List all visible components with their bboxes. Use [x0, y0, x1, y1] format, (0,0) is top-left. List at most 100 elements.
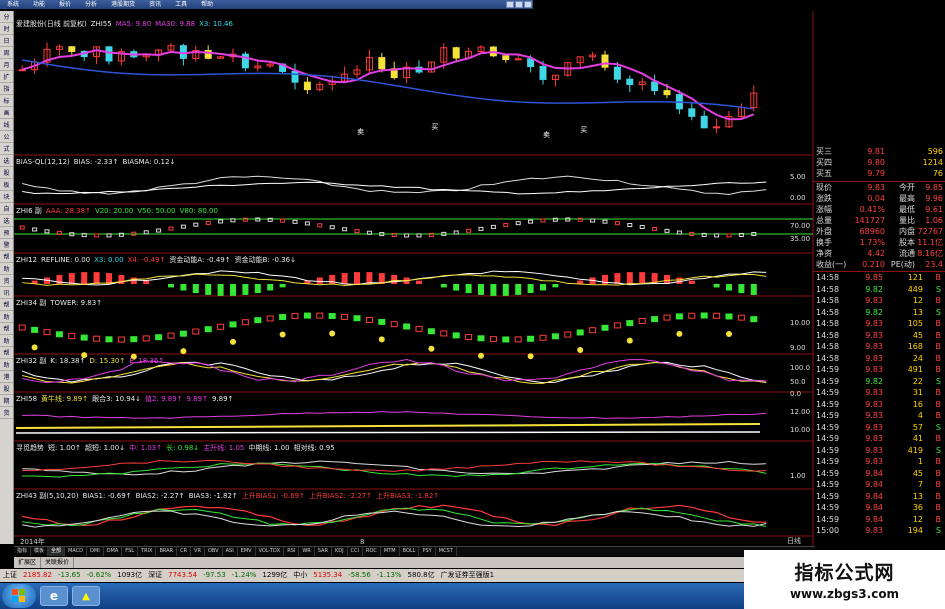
indicator-tab[interactable]: DMA [104, 547, 123, 556]
tower-block [688, 312, 696, 319]
start-button[interactable] [2, 584, 36, 608]
indicator-tab[interactable]: FSL [122, 547, 139, 556]
toolbar-button[interactable]: 时 [0, 23, 13, 35]
tick-flag: B [935, 353, 942, 363]
indicator-tab[interactable]: MACD [65, 547, 88, 556]
toolbar-button[interactable]: 指 [0, 83, 13, 95]
tick-flag: S [935, 422, 941, 432]
toolbar-button[interactable]: 块 [0, 191, 13, 203]
aaa-step [94, 233, 100, 238]
menu-item[interactable]: 工具 [168, 0, 194, 9]
sub-tab[interactable]: 关联报价 [41, 557, 75, 568]
indicator-tab[interactable]: TRIX [138, 547, 157, 556]
indicator-tab[interactable]: OBV [205, 547, 223, 556]
indicator-tab[interactable]: KDJ [332, 547, 348, 556]
stat-label: 涨跌 [816, 194, 832, 203]
tick-row: 14:59 9.83 57 S [813, 422, 945, 434]
toolbar-button[interactable]: 帮 [0, 251, 13, 263]
toolbar-button[interactable]: 线 [0, 119, 13, 131]
toolbar-button[interactable]: 扩 [0, 71, 13, 83]
indicator-tab[interactable]: ASI [223, 547, 238, 556]
ie-icon[interactable]: e [40, 586, 68, 606]
sub-tab[interactable]: 扩展区 [14, 557, 42, 568]
toolbar-button[interactable]: 帮 [0, 347, 13, 359]
tower-block [167, 332, 175, 339]
stat-label-2: 内盘 [899, 227, 915, 236]
toolbar-label: 选 [3, 158, 10, 165]
indicator-tab[interactable]: EMV [238, 547, 256, 556]
aaa-step [590, 218, 596, 223]
indicator-tab[interactable]: CR [177, 547, 192, 556]
toolbar-button[interactable]: 帮 [0, 299, 13, 311]
toolbar-button[interactable]: 画 [0, 107, 13, 119]
indicator-tab[interactable]: RSI [284, 547, 300, 556]
indicator-tab[interactable]: 全部 [48, 547, 66, 556]
toolbar-button[interactable]: 自 [0, 203, 13, 215]
toolbar-button[interactable]: 公 [0, 131, 13, 143]
candle-body [700, 115, 708, 129]
toolbar-button[interactable]: 周 [0, 47, 13, 59]
fund-bar [750, 284, 757, 295]
menu-item[interactable]: 帮助 [194, 0, 220, 9]
indicator-tab[interactable]: VOL-TDX [256, 547, 285, 556]
indicator-tab[interactable]: DMI [87, 547, 104, 556]
toolbar-button[interactable]: 选 [0, 155, 13, 167]
toolbar-button[interactable]: 股 [0, 167, 13, 179]
indicator-tab[interactable]: BRAR [156, 547, 178, 556]
indicator-tab[interactable]: SAR [315, 547, 332, 556]
toolbar-button[interactable]: 资 [0, 275, 13, 287]
menu-item[interactable]: 分析 [78, 0, 104, 9]
toolbar-button[interactable]: 标 [0, 95, 13, 107]
indicator-tab[interactable]: PSY [419, 547, 436, 556]
menu-item[interactable]: 港股期货 [104, 0, 142, 9]
tower-block [713, 312, 721, 319]
toolbar-button[interactable]: 选 [0, 215, 13, 227]
toolbar-button[interactable]: 板 [0, 179, 13, 191]
tick-row: 14:59 9.83 4 B [813, 410, 945, 422]
toolbar-button[interactable]: 警 [0, 239, 13, 251]
menu-item[interactable]: 资讯 [142, 0, 168, 9]
indicator-tab[interactable]: ROC [363, 547, 381, 556]
toolbar-button[interactable]: 助 [0, 335, 13, 347]
toolbar-button[interactable]: 助 [0, 359, 13, 371]
toolbar-button[interactable]: 讯 [0, 287, 13, 299]
toolbar-button[interactable]: 式 [0, 143, 13, 155]
toolbar-button[interactable]: 预 [0, 227, 13, 239]
indicator-tab[interactable]: VR [191, 547, 205, 556]
indicator-tab[interactable]: MCST [436, 547, 457, 556]
chart-canvas[interactable]: 买卖 买卖2014年 85.000.0070.0035.0010.009.00100… [0, 0, 945, 609]
toolbar-button[interactable]: 期 [0, 395, 13, 407]
toolbar-button[interactable]: 助 [0, 263, 13, 275]
indicator-tab[interactable]: MTM [381, 547, 400, 556]
close-button[interactable] [524, 1, 532, 8]
indicator-tab[interactable]: WR [299, 547, 315, 556]
toolbar-button[interactable]: 货 [0, 407, 13, 419]
fund-bar [316, 277, 323, 284]
tick-time: 14:59 [816, 422, 840, 432]
indicator-tab[interactable]: BOLL [400, 547, 420, 556]
toolbar-label: 预 [3, 230, 10, 237]
menu-item[interactable]: 功能 [26, 0, 52, 9]
toolbar-button[interactable]: 帮 [0, 323, 13, 335]
tower-block [477, 335, 485, 342]
indicator-tab[interactable]: CCI [348, 547, 364, 556]
maximize-button[interactable] [515, 1, 523, 8]
indicator-tab[interactable]: 模板 [31, 547, 49, 556]
toolbar-button[interactable]: 分 [0, 11, 13, 23]
fund-bar [540, 284, 546, 291]
toolbar-button[interactable]: 港 [0, 371, 13, 383]
toolbar-button[interactable]: 股 [0, 383, 13, 395]
toolbar-button[interactable]: 助 [0, 311, 13, 323]
toolbar-button[interactable]: 月 [0, 59, 13, 71]
toolbar-button[interactable]: 日 [0, 35, 13, 47]
tick-price: 9.83 [865, 353, 883, 363]
app-icon[interactable]: ▲ [72, 586, 100, 606]
minimize-button[interactable] [506, 1, 514, 8]
toolbar-label: 标 [3, 98, 10, 105]
menu-item[interactable]: 报价 [52, 0, 78, 9]
menu-item[interactable]: 系统 [0, 0, 26, 9]
indicator-tab[interactable]: 指标 [14, 547, 32, 556]
tick-volume: 31 [912, 388, 923, 397]
aaa-step [44, 229, 50, 234]
period-label[interactable]: 日线 [787, 536, 801, 546]
